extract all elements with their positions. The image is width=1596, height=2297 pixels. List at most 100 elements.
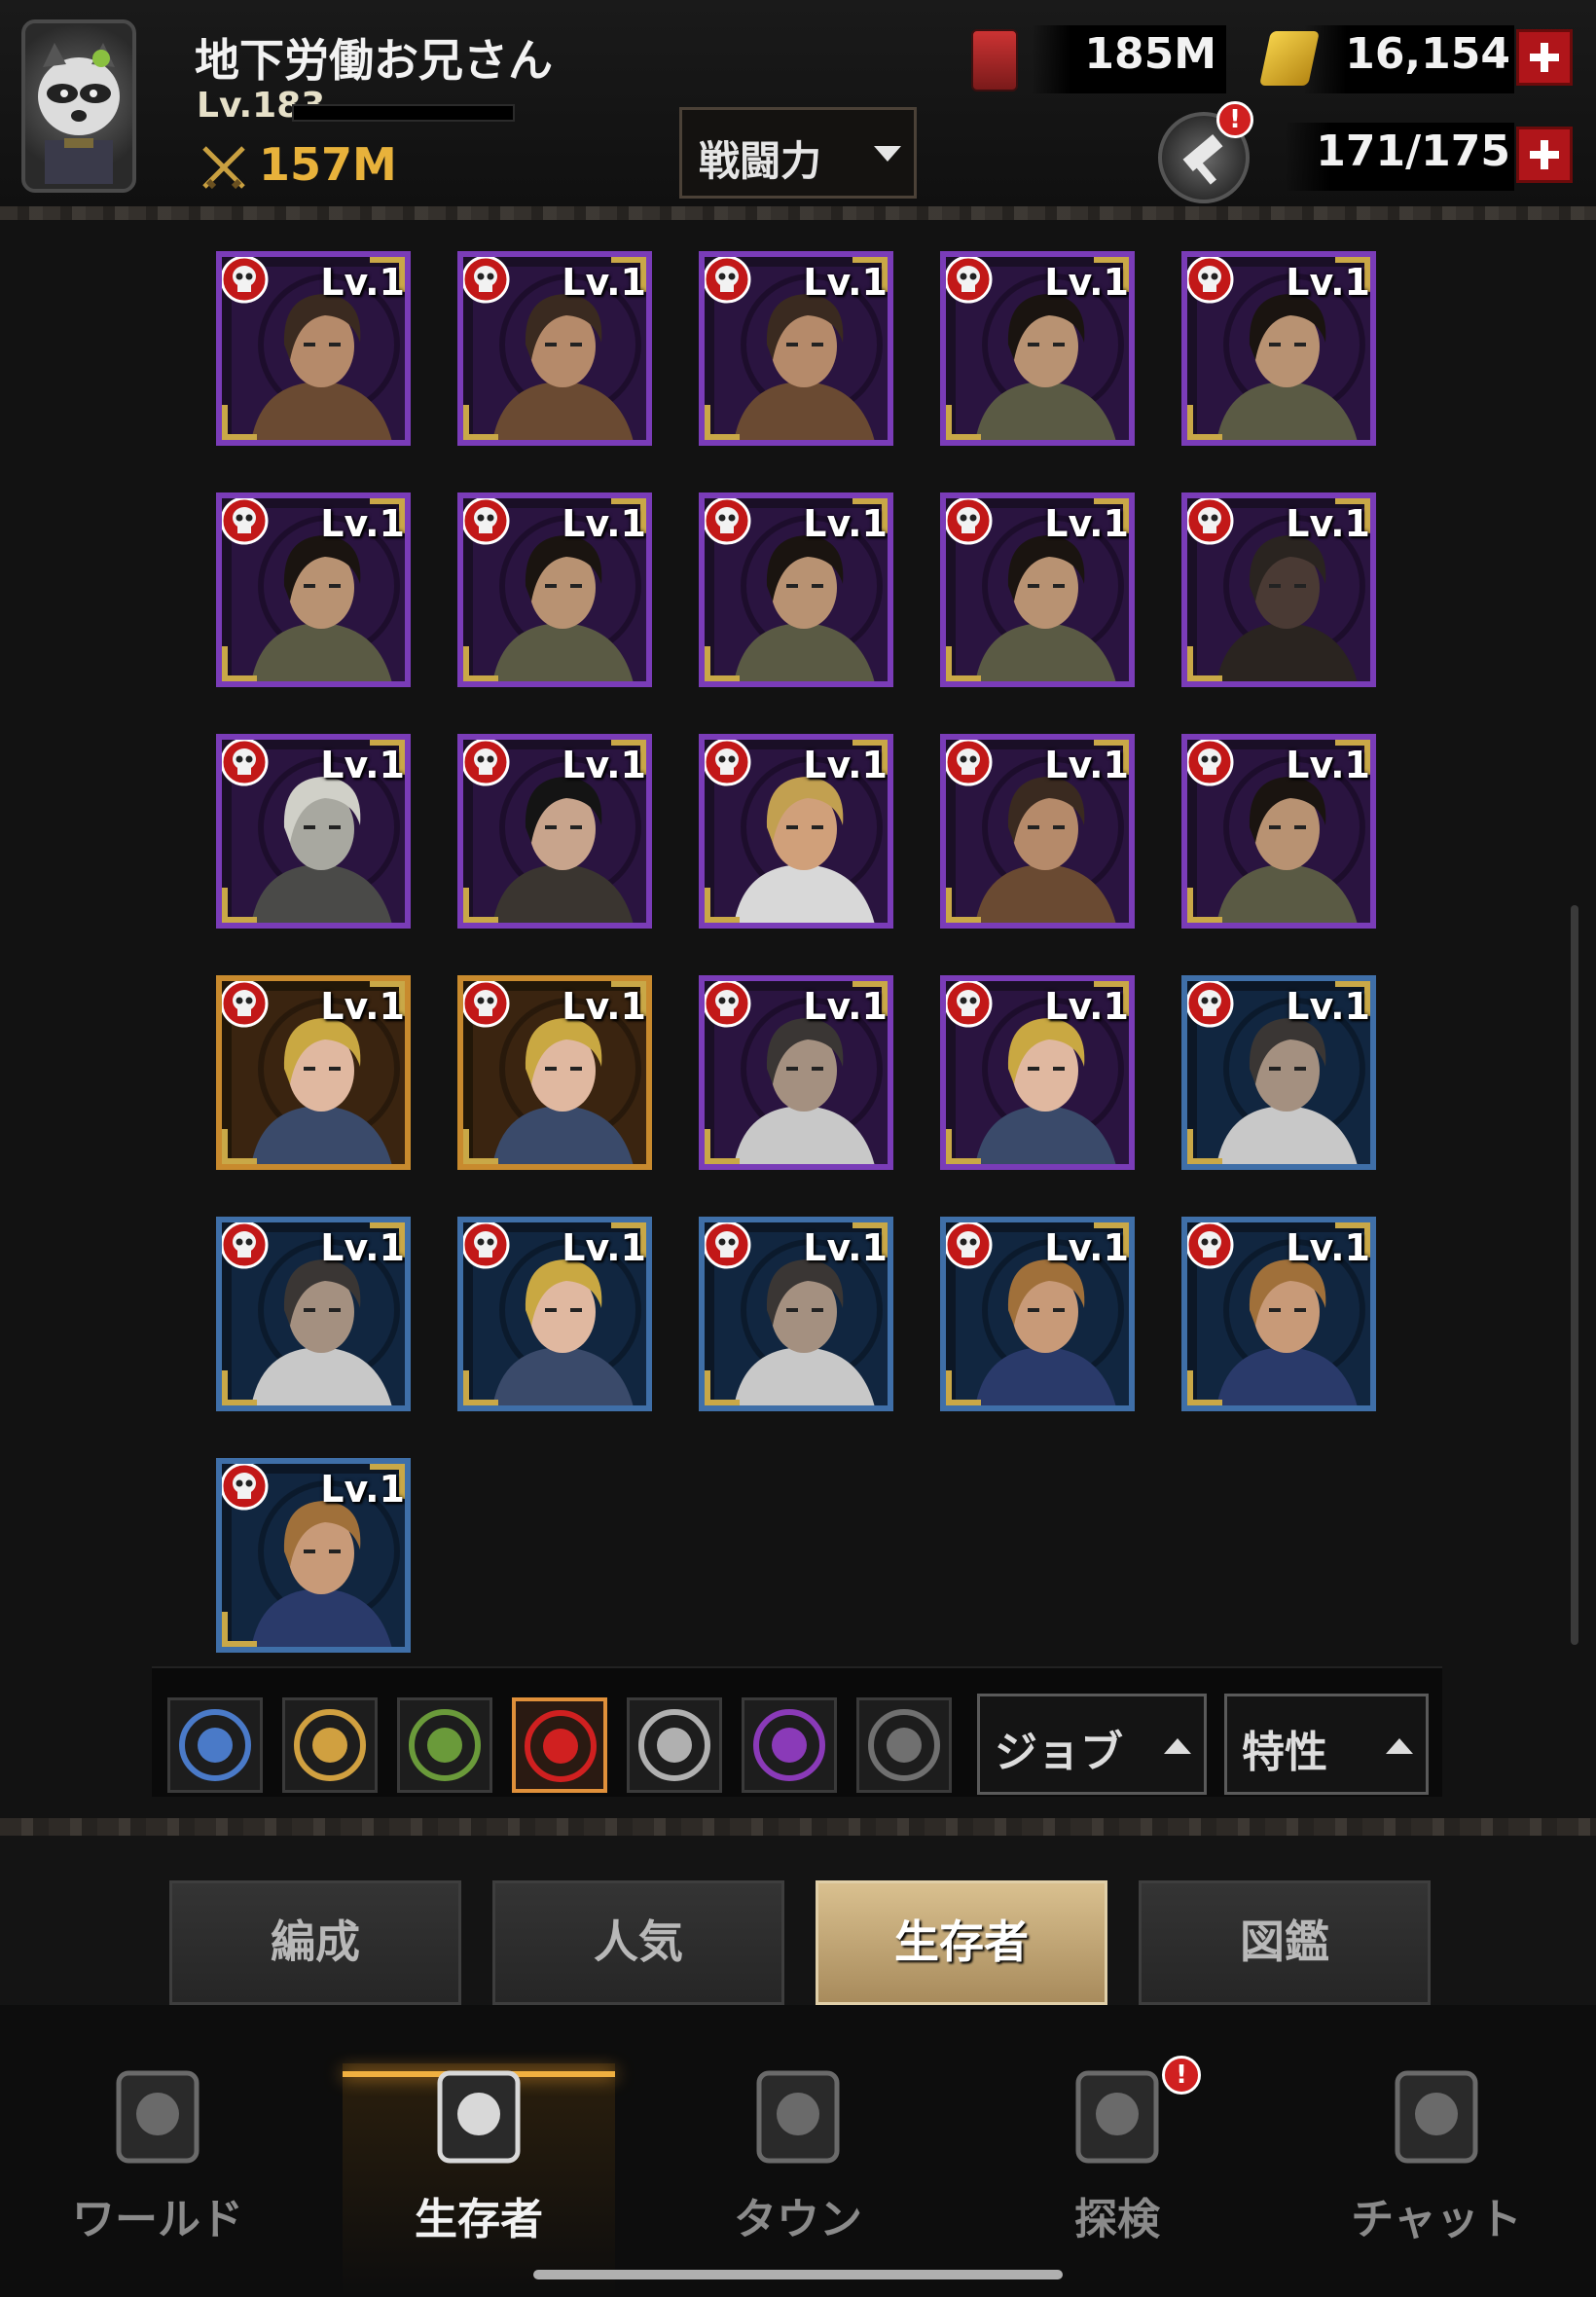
player-avatar[interactable] (21, 19, 136, 193)
survivor-level: Lv.1 (320, 502, 405, 545)
survivor-card[interactable]: Lv.1 (940, 251, 1135, 446)
survivor-card[interactable]: Lv.1 (216, 734, 411, 929)
survivor-level: Lv.1 (1044, 744, 1129, 786)
survivor-level: Lv.1 (803, 502, 888, 545)
survivor-card[interactable]: Lv.1 (457, 734, 652, 929)
stamina-amount: 171/175 (1316, 127, 1510, 176)
survivor-level: Lv.1 (562, 502, 646, 545)
survivor-level: Lv.1 (803, 985, 888, 1028)
nav-item-3[interactable]: 探検 (981, 2184, 1253, 2246)
survivor-card[interactable]: Lv.1 (940, 1217, 1135, 1411)
survivor-card[interactable]: Lv.1 (1181, 251, 1376, 446)
frame-corner (705, 405, 740, 440)
survivor-card[interactable]: Lv.1 (216, 975, 411, 1170)
survivor-level: Lv.1 (1044, 1226, 1129, 1269)
survivor-level: Lv.1 (1044, 261, 1129, 304)
bandana-faction-icon-glyph (753, 1709, 825, 1781)
tab-1[interactable]: 人気 (492, 1880, 784, 2005)
survivor-level: Lv.1 (320, 744, 405, 786)
frame-corner (1187, 1129, 1222, 1164)
frame-corner (222, 1370, 257, 1405)
gold-amount: 16,154 (1345, 29, 1510, 79)
world-map-icon (85, 2054, 231, 2180)
frame-corner (222, 646, 257, 681)
bandana-faction-icon[interactable] (742, 1697, 837, 1793)
survivor-level: Lv.1 (562, 744, 646, 786)
survivor-card[interactable]: Lv.1 (216, 1458, 411, 1653)
experience-bar (292, 104, 515, 122)
survivor-card[interactable]: Lv.1 (457, 975, 652, 1170)
survivor-card[interactable]: Lv.1 (699, 975, 893, 1170)
frame-corner (705, 1370, 740, 1405)
survivor-level: Lv.1 (803, 261, 888, 304)
survivor-card[interactable]: Lv.1 (1181, 492, 1376, 687)
home-indicator[interactable] (533, 2270, 1063, 2279)
add-gold-button[interactable] (1516, 29, 1573, 86)
survivor-level: Lv.1 (1044, 985, 1129, 1028)
frame-corner (463, 405, 498, 440)
chevron-down-icon (874, 146, 901, 162)
town-building-icon (725, 2054, 871, 2180)
survivor-card[interactable]: Lv.1 (457, 251, 652, 446)
crossed-swords-icon (199, 142, 249, 193)
frame-corner (222, 1612, 257, 1647)
peace-faction-icon-glyph (409, 1709, 481, 1781)
survivor-level: Lv.1 (562, 1226, 646, 1269)
notification-badge: ! (1162, 2056, 1201, 2095)
tab-2[interactable]: 生存者 (816, 1880, 1107, 2005)
canned-food-icon (971, 29, 1018, 91)
skull-faction-icon[interactable] (512, 1697, 607, 1793)
survivor-card[interactable]: Lv.1 (216, 251, 411, 446)
frame-corner (222, 405, 257, 440)
frame-corner (463, 1129, 498, 1164)
frame-corner (463, 1370, 498, 1405)
survivor-card[interactable]: Lv.1 (699, 492, 893, 687)
survivor-card[interactable]: Lv.1 (699, 251, 893, 446)
survivor-level: Lv.1 (320, 1226, 405, 1269)
walkie-talkie-icon (1363, 2054, 1509, 2180)
nav-item-2[interactable]: タウン (662, 2184, 934, 2246)
survivor-card[interactable]: Lv.1 (1181, 734, 1376, 929)
chevron-up-icon (1386, 1738, 1413, 1754)
header-border (0, 206, 1596, 220)
survivor-card[interactable]: Lv.1 (1181, 975, 1376, 1170)
tab-3[interactable]: 図鑑 (1139, 1880, 1431, 2005)
survivor-level: Lv.1 (562, 261, 646, 304)
nav-item-4[interactable]: チャット (1300, 2184, 1573, 2246)
hood-faction-icon-glyph (868, 1709, 940, 1781)
notification-badge: ! (1216, 101, 1253, 138)
survivor-card[interactable]: Lv.1 (940, 492, 1135, 687)
frame-corner (946, 646, 981, 681)
survivor-level: Lv.1 (320, 985, 405, 1028)
survivor-card[interactable]: Lv.1 (457, 492, 652, 687)
woman-faction-icon[interactable] (627, 1697, 722, 1793)
woman-faction-icon-glyph (638, 1709, 710, 1781)
frame-corner (705, 1129, 740, 1164)
survivor-card[interactable]: Lv.1 (699, 734, 893, 929)
hood-faction-icon[interactable] (856, 1697, 952, 1793)
peace-faction-icon[interactable] (397, 1697, 492, 1793)
scrollbar[interactable] (1571, 905, 1578, 1645)
survivor-card[interactable]: Lv.1 (699, 1217, 893, 1411)
survivor-level: Lv.1 (320, 1468, 405, 1511)
survivor-level: Lv.1 (1286, 502, 1370, 545)
star-faction-icon[interactable] (167, 1697, 263, 1793)
add-stamina-button[interactable] (1516, 127, 1573, 183)
panel-border (0, 1818, 1596, 1836)
survivor-card[interactable]: Lv.1 (940, 734, 1135, 929)
nav-item-0[interactable]: ワールド (21, 2184, 294, 2246)
tiger-faction-icon[interactable] (282, 1697, 378, 1793)
survivor-level: Lv.1 (1286, 1226, 1370, 1269)
frame-corner (946, 1370, 981, 1405)
survivor-card[interactable]: Lv.1 (216, 492, 411, 687)
star-faction-icon-glyph (179, 1709, 251, 1781)
survivor-card[interactable]: Lv.1 (216, 1217, 411, 1411)
tab-0[interactable]: 編成 (169, 1880, 461, 2005)
survivor-level: Lv.1 (1286, 985, 1370, 1028)
survivor-card[interactable]: Lv.1 (940, 975, 1135, 1170)
frame-corner (1187, 646, 1222, 681)
nav-item-1[interactable]: 生存者 (343, 2184, 615, 2246)
survivor-card[interactable]: Lv.1 (457, 1217, 652, 1411)
frame-corner (705, 646, 740, 681)
survivor-card[interactable]: Lv.1 (1181, 1217, 1376, 1411)
